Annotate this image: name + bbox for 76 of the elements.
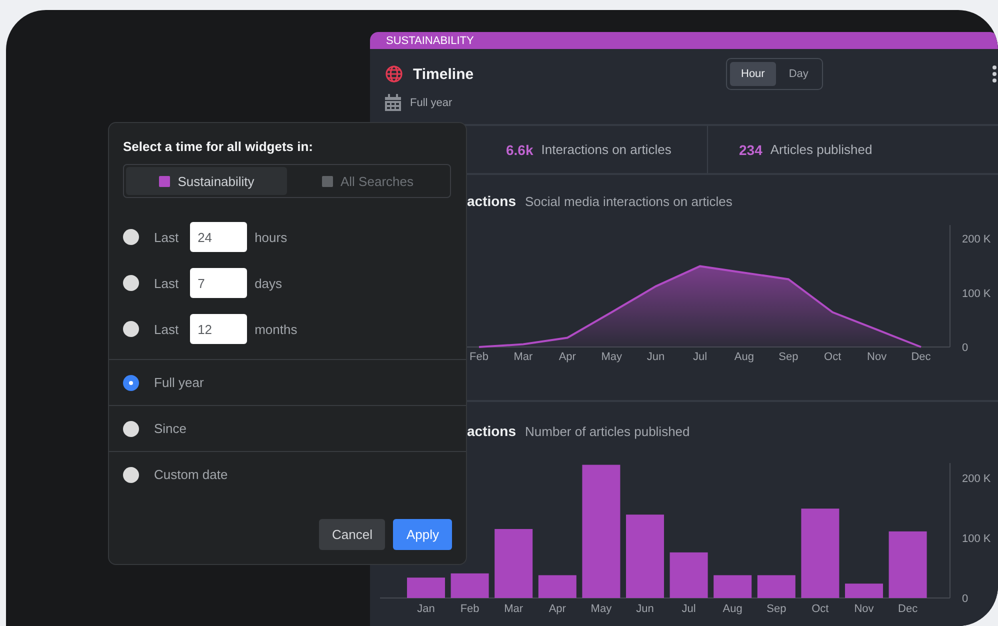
y-tick-label: 0 [962, 342, 968, 354]
bar [888, 531, 927, 598]
x-tick-label: Jun [646, 351, 665, 363]
chart-title: actions [467, 193, 516, 209]
y-tick-label: 200 K [962, 473, 991, 485]
x-tick-label: Nov [854, 603, 874, 615]
number-field[interactable]: 12 [190, 314, 247, 344]
bar [450, 573, 489, 598]
granularity-option[interactable]: Day [778, 62, 820, 86]
x-tick-label: Dec [898, 603, 918, 615]
bar [714, 575, 752, 598]
bar [407, 578, 445, 598]
x-tick-label: Sep [766, 603, 786, 615]
x-tick-label: Mar [504, 603, 524, 615]
globe-icon [385, 65, 403, 83]
x-tick-label: May [601, 351, 622, 363]
period-label: Full year [410, 96, 452, 108]
granularity-option[interactable]: Hour [730, 62, 776, 86]
radio-button[interactable] [123, 275, 139, 291]
option-label: Custom date [154, 467, 228, 482]
more-icon[interactable] [992, 65, 997, 83]
x-tick-label: Jan [417, 603, 435, 615]
option-label: Last [154, 276, 179, 290]
bar [538, 575, 576, 598]
bar [757, 575, 796, 598]
x-tick-label: Jul [692, 351, 708, 363]
y-tick-label: 200 K [962, 234, 991, 246]
x-tick-label: Jun [636, 603, 654, 615]
option-label: Since [154, 421, 187, 436]
radio-button[interactable] [123, 466, 139, 482]
x-tick-label: Feb [470, 351, 488, 363]
number-field[interactable]: 7 [190, 268, 247, 298]
x-tick-label: Jul [682, 603, 696, 615]
y-tick-label: 100 K [962, 533, 991, 545]
stat-value: 6.6k [506, 142, 534, 158]
option-label: Last [154, 230, 179, 244]
x-tick-label: Sep [778, 351, 798, 363]
apply-button[interactable]: Apply [393, 519, 452, 550]
number-field[interactable]: 24 [190, 222, 247, 252]
calendar-icon [385, 94, 401, 111]
x-tick-label: Feb [460, 603, 480, 615]
widget-title: Timeline [413, 66, 474, 82]
bar [494, 529, 533, 598]
stat-label: Articles published [770, 142, 872, 157]
cancel-button[interactable]: Cancel [319, 519, 386, 550]
chart-title: actions [467, 423, 516, 439]
x-tick-label: Aug [734, 351, 754, 363]
x-tick-label: Apr [548, 603, 566, 615]
radio-button[interactable] [123, 374, 139, 390]
dialog-title: Select a time for all widgets in: [122, 139, 314, 154]
x-tick-label: May [590, 603, 612, 615]
radio-button[interactable] [123, 321, 139, 337]
search-tag-bar: SUSTAINABILITY [370, 32, 998, 49]
stat-value: 234 [739, 142, 762, 158]
scope-option[interactable]: Sustainability [126, 167, 287, 195]
x-tick-label: Oct [824, 351, 842, 363]
x-tick-label: Mar [514, 351, 533, 363]
unit-label: days [254, 276, 282, 290]
stat-label: Interactions on articles [541, 142, 672, 157]
bar [670, 552, 708, 598]
y-tick-label: 0 [962, 593, 968, 605]
unit-label: hours [254, 230, 288, 244]
chart-subtitle: Social media interactions on articles [525, 194, 732, 208]
unit-label: months [254, 322, 298, 336]
x-tick-label: Nov [867, 351, 887, 363]
radio-button[interactable] [123, 229, 139, 245]
option-label: Last [154, 322, 179, 336]
radio-button[interactable] [123, 420, 139, 436]
x-tick-label: Oct [812, 603, 829, 615]
y-tick-label: 100 K [962, 288, 991, 300]
x-tick-label: Dec [911, 351, 931, 363]
chart-subtitle: Number of articles published [525, 424, 690, 438]
option-label: Full year [154, 375, 204, 390]
bar [845, 584, 883, 598]
x-tick-label: Apr [558, 351, 576, 363]
x-tick-label: Aug [722, 603, 742, 615]
